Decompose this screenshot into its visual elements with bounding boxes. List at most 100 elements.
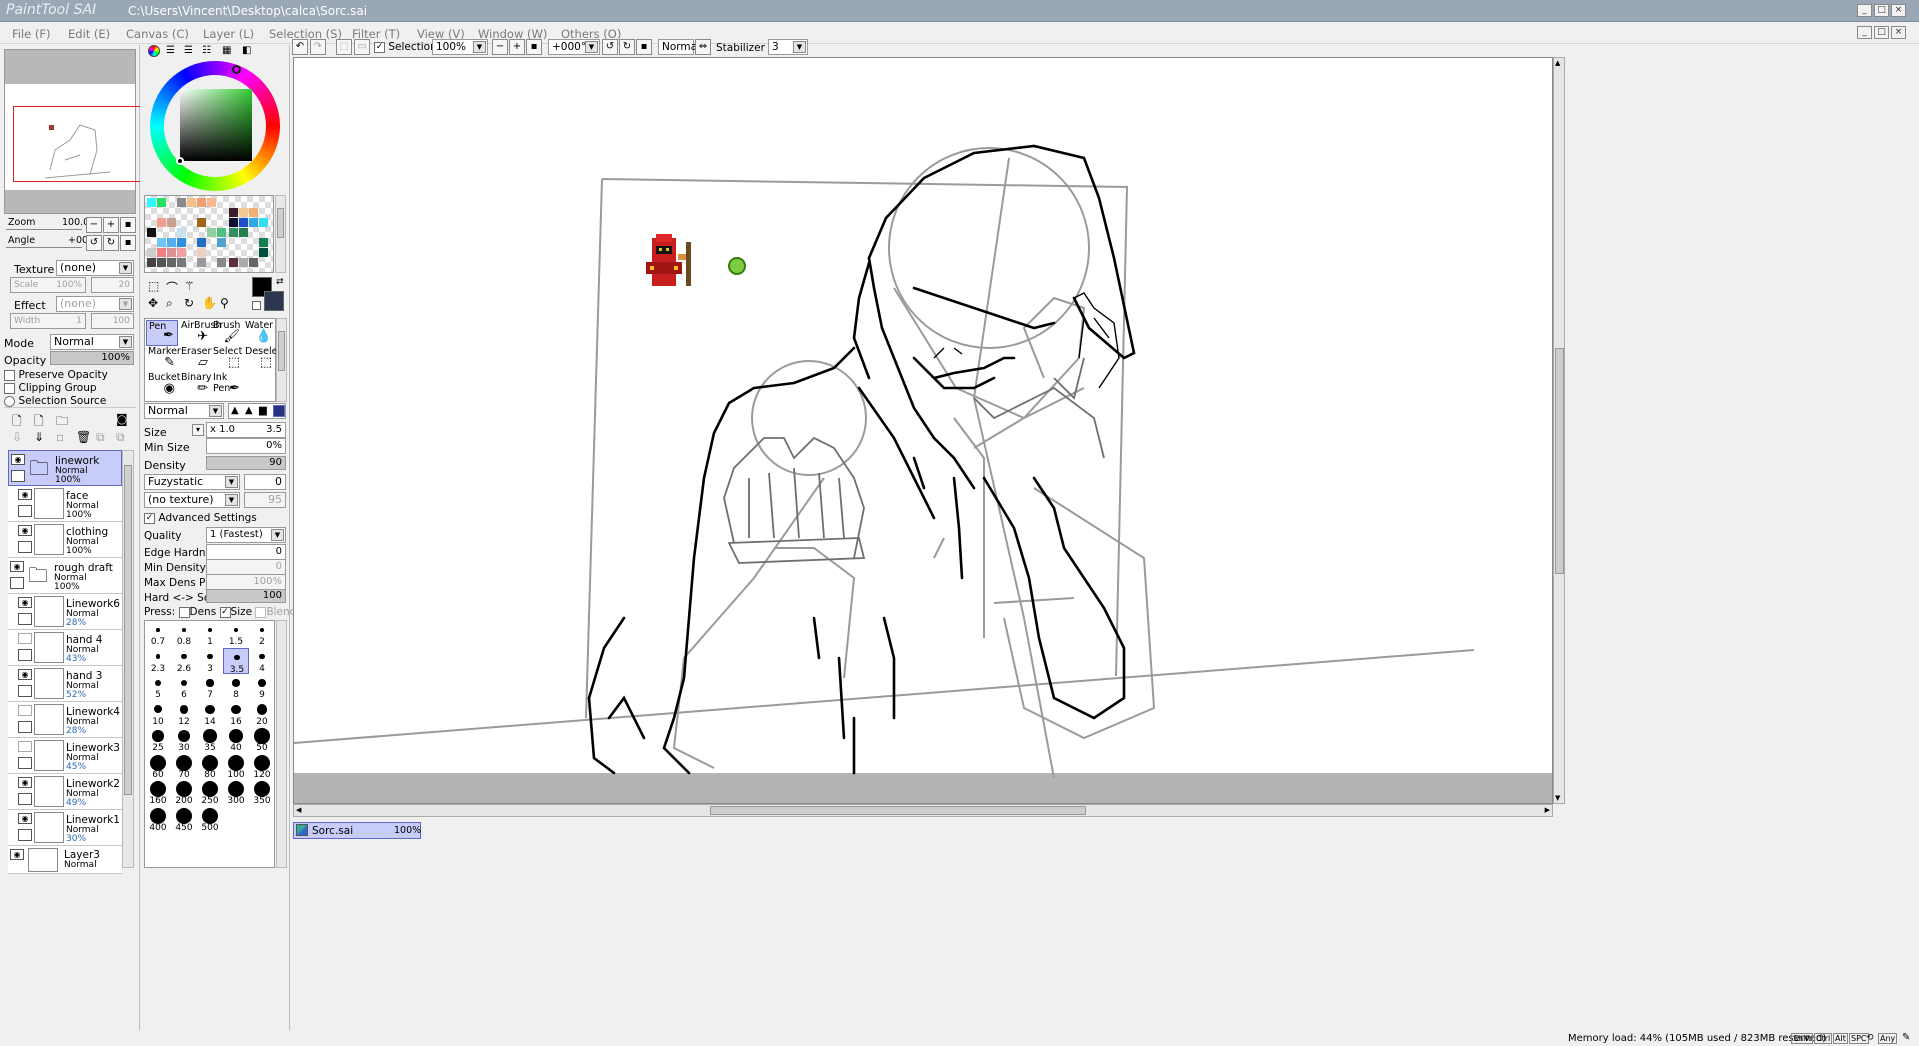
canvas-vertical-scroll-thumb[interactable] — [1555, 348, 1564, 574]
document-tab[interactable]: Sorc.sai 100% — [293, 822, 421, 839]
canvas-angle-select[interactable]: +000° ▼ — [548, 39, 600, 55]
canvas-rotate-reset-button[interactable]: ▪ — [636, 39, 652, 55]
sv-cursor[interactable] — [176, 157, 184, 165]
blend-mode-select[interactable]: Normal ▼ — [50, 334, 134, 350]
canvas-zoom-in-button[interactable]: + — [509, 39, 525, 55]
menu-edit[interactable]: Edit (E) — [68, 27, 110, 41]
brush-size-preset[interactable]: 1 — [197, 621, 223, 648]
press-size-checkbox[interactable]: ✓ — [219, 606, 231, 618]
zoom-in-button[interactable]: + — [103, 217, 119, 233]
layer-list-scrollbar[interactable] — [122, 450, 134, 868]
doc-restore-button[interactable]: □ — [1874, 26, 1889, 39]
zoom-slider[interactable] — [6, 229, 82, 230]
tool-eraser[interactable]: Eraser ▱ — [179, 346, 211, 372]
clipping-group-checkbox[interactable]: Clipping Group — [4, 381, 97, 394]
brush-size-preset[interactable]: 6 — [171, 674, 197, 701]
brush-size-preset[interactable]: 100 — [223, 754, 249, 781]
doc-minimize-button[interactable]: _ — [1857, 26, 1872, 39]
brush-shape-presets[interactable]: ▲ ▲ ▆ — [228, 403, 286, 419]
max-dens-slider[interactable]: 100% — [206, 574, 286, 590]
tool-ink-pen[interactable]: Ink Pen ✒ — [211, 372, 243, 398]
rotate-right-button[interactable]: ↻ — [103, 235, 119, 251]
layer-item[interactable]: ◉ 🗀 rough draft Normal 100% — [8, 558, 122, 594]
opacity-slider[interactable]: 100% — [50, 351, 134, 365]
brush-size-preset[interactable]: 2 — [249, 621, 275, 648]
canvas-view-mode[interactable]: Normal — [658, 39, 700, 55]
brush-size-preset[interactable]: 9 — [249, 674, 275, 701]
zoom-reset-button[interactable]: ▪ — [120, 217, 136, 233]
zoom-out-button[interactable]: − — [86, 217, 102, 233]
canvas-zoom-out-button[interactable]: − — [492, 39, 508, 55]
invert-selection-button[interactable]: ▭ — [354, 39, 370, 55]
size-multiplier-dropdown[interactable]: ▾ — [192, 424, 204, 436]
brush-size-preset[interactable]: 16 — [223, 701, 249, 728]
quality-select[interactable]: 1 (Fastest) ▼ — [206, 527, 286, 543]
swatches-tab-icon[interactable]: ▦ — [222, 45, 231, 56]
rgb-slider-tab-icon[interactable]: ☰ — [166, 45, 175, 56]
flip-horizontal-button[interactable]: ⇔ — [695, 39, 711, 55]
doc-close-button[interactable]: × — [1891, 26, 1906, 39]
tool-binary[interactable]: Binary ✏ — [179, 372, 212, 398]
show-selection-checkbox[interactable]: ✓ Selection — [374, 41, 437, 53]
layer-item[interactable]: Linework3 Normal 45% — [8, 738, 122, 774]
layer-item[interactable]: ◉ face Normal 100% — [8, 486, 122, 522]
brush-size-preset[interactable]: 3 — [197, 648, 223, 675]
close-button[interactable]: × — [1891, 4, 1906, 17]
lasso-icon[interactable]: ⌒ — [166, 279, 178, 296]
tool-deselect[interactable]: Deselect ⬚ — [243, 346, 286, 372]
scratchpad-tab-icon[interactable]: ◧ — [242, 45, 251, 56]
brush-size-preset[interactable]: 30 — [171, 727, 197, 754]
hand-icon[interactable]: ✋ — [202, 296, 217, 310]
brush-size-preset[interactable]: 7 — [197, 674, 223, 701]
move-icon[interactable]: ✥ — [148, 296, 158, 310]
canvas-vertical-scrollbar[interactable]: ▲ ▼ — [1553, 57, 1565, 804]
layer-item[interactable]: ◉ clothing Normal 100% — [8, 522, 122, 558]
brush-size-preset[interactable]: 4 — [249, 648, 275, 675]
brush-size-preset[interactable]: 50 — [249, 727, 275, 754]
brush-size-preset[interactable]: 12 — [171, 701, 197, 728]
drawing-canvas[interactable] — [294, 58, 1552, 803]
brush-size-preset[interactable]: 20 — [249, 701, 275, 728]
undo-button[interactable]: ↶ — [292, 39, 308, 55]
palette-tab-icon[interactable]: ☷ — [202, 45, 211, 56]
layer-item[interactable]: ◉ Layer3 Normal — [8, 846, 122, 874]
scroll-down-arrow-icon[interactable]: ▼ — [1555, 794, 1560, 802]
brush-shape-value[interactable]: 0 — [244, 474, 286, 490]
brush-size-preset[interactable]: 40 — [223, 727, 249, 754]
brush-size-preset[interactable]: 8 — [223, 674, 249, 701]
brush-size-preset[interactable]: 500 — [197, 807, 223, 834]
brush-shape-select[interactable]: Fuzystatic ▼ — [144, 474, 240, 490]
tool-marker[interactable]: Marker ✎ — [146, 346, 181, 372]
layer-item[interactable]: ◉ Linework6 Normal 28% — [8, 594, 122, 630]
density-slider[interactable]: 90 — [206, 456, 286, 470]
swatch-scrollbar[interactable] — [275, 195, 286, 273]
minimize-button[interactable]: _ — [1857, 4, 1872, 17]
brush-size-preset[interactable]: 300 — [223, 780, 249, 807]
swatch-grid[interactable] — [144, 195, 274, 273]
brush-size-preset[interactable]: 35 — [197, 727, 223, 754]
canvas-zoom-select[interactable]: 100% ▼ — [432, 39, 488, 55]
secondary-color-swatch[interactable] — [264, 291, 284, 311]
stabilizer-select[interactable]: 3 ▼ — [768, 39, 808, 55]
swap-colors-icon[interactable]: ⇄ — [276, 277, 284, 287]
zoom-tool-icon[interactable]: ⌕ — [166, 296, 173, 311]
swatch-colors[interactable] — [145, 196, 275, 274]
brush-size-preset[interactable]: 160 — [145, 780, 171, 807]
color-wheel-tab-icon[interactable] — [148, 45, 160, 57]
brush-size-preset[interactable]: 350 — [249, 780, 275, 807]
menu-file[interactable]: File (F) — [12, 27, 51, 41]
brush-texture-select[interactable]: (no texture) ▼ — [144, 492, 240, 508]
rotate-tool-icon[interactable]: ↻ — [184, 296, 194, 310]
redo-button[interactable]: ↷ — [310, 39, 326, 55]
tool-pen[interactable]: Pen ✒ — [146, 320, 178, 346]
canvas-zoom-reset-button[interactable]: ▪ — [526, 39, 542, 55]
layer-item[interactable]: ◉ Linework1 Normal 30% — [8, 810, 122, 846]
preserve-opacity-checkbox[interactable]: Preserve Opacity — [4, 368, 108, 381]
canvas-rotate-right-button[interactable]: ↻ — [619, 39, 635, 55]
menu-layer[interactable]: Layer (L) — [203, 27, 254, 41]
tool-grid-scrollbar[interactable] — [276, 318, 287, 402]
canvas-viewport[interactable] — [293, 57, 1553, 804]
saturation-value-square[interactable] — [180, 89, 252, 161]
tool-water[interactable]: Water 💧 — [243, 320, 275, 346]
texture-select[interactable]: (none) ▼ — [56, 260, 134, 276]
